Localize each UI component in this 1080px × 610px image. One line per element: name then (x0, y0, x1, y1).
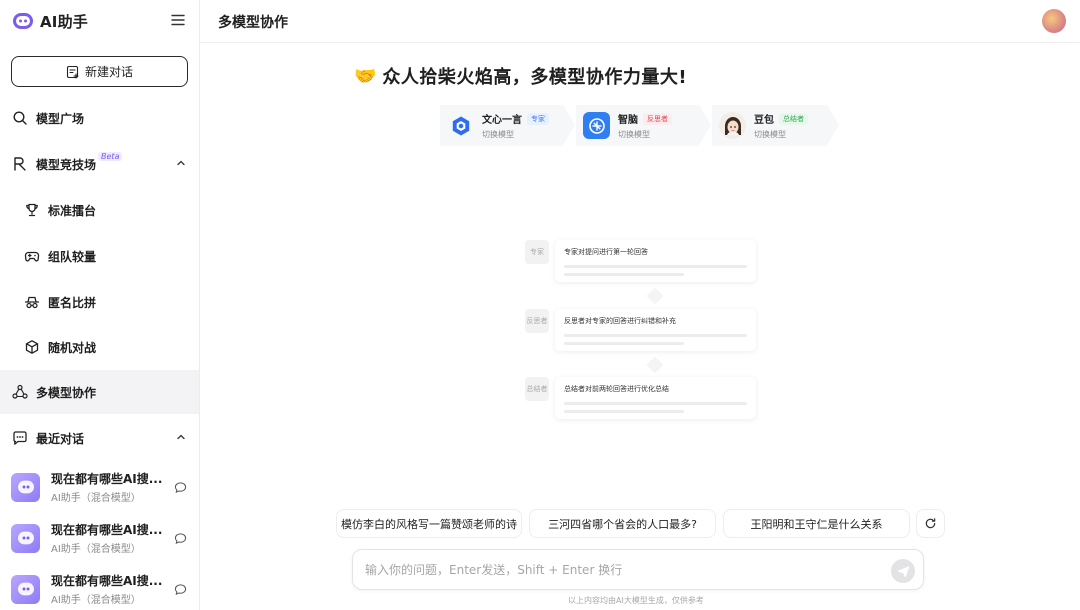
flow-role-tag: 反思者 (525, 309, 549, 333)
trophy-icon (24, 202, 40, 218)
refresh-suggestions-button[interactable] (916, 509, 945, 538)
nav-standard-arena[interactable]: 标准擂台 (0, 188, 199, 232)
role-badge-summarizer: 总结者 (779, 112, 808, 125)
wenxin-logo-icon (447, 112, 474, 139)
model-name: 豆包 (754, 115, 774, 126)
menu-icon[interactable] (170, 12, 186, 28)
nav-model-arena[interactable]: 模型竞技场 Beta (0, 142, 199, 186)
suggestion-chip[interactable]: 王阳明和王守仁是什么关系 (723, 509, 910, 538)
role-badge-reflector: 反思者 (643, 112, 672, 125)
flow-role-tag: 专家 (525, 240, 549, 264)
robot-icon (17, 480, 34, 494)
suggestion-chip[interactable]: 模仿李白的风格写一篇赞颂老师的诗 (336, 509, 522, 538)
flow-role-tag: 总结者 (525, 377, 549, 401)
assistant-avatar (11, 523, 40, 553)
gamepad-icon (24, 248, 40, 264)
hero-text: 众人拾柴火焰高，多模型协作力量大! (382, 67, 688, 88)
comment-icon[interactable] (174, 532, 187, 545)
search-icon (12, 110, 28, 126)
model-card-zhinao[interactable]: 智脑 反思者 切换模型 (576, 105, 711, 146)
top-bar: 多模型协作 (200, 0, 1080, 43)
beta-badge: Beta (98, 151, 123, 161)
recent-chat-title: 现在都有哪些AI搜... (51, 472, 163, 486)
model-card-doubao[interactable]: 豆包 总结者 切换模型 (712, 105, 839, 146)
incognito-icon (24, 294, 40, 310)
recent-chat-title: 现在都有哪些AI搜... (51, 574, 163, 588)
chevron-up-icon[interactable] (175, 157, 187, 169)
flow-step-text: 专家对提问进行第一轮回答 (564, 248, 648, 256)
handshake-icon: 🤝 (354, 65, 377, 87)
comment-icon[interactable] (174, 583, 187, 596)
flow-step-card: 总结者对前两轮回答进行优化总结 (555, 377, 756, 419)
recent-chat-item[interactable]: 现在都有哪些AI搜... AI助手（混合模型） (0, 513, 199, 563)
nav-label: 模型竞技场 (36, 157, 97, 172)
chevron-up-icon[interactable] (175, 431, 187, 443)
nav-label: 随机对战 (48, 340, 97, 355)
doubao-avatar-icon (719, 112, 746, 139)
nav-random-battle[interactable]: 随机对战 (0, 325, 199, 369)
recent-chat-subtitle: AI助手（混合模型） (51, 544, 141, 555)
recent-chat-item[interactable]: 现在都有哪些AI搜... AI助手（混合模型） (0, 462, 199, 512)
nav-recent-chats[interactable]: 最近对话 (0, 416, 199, 460)
flow-step-text: 总结者对前两轮回答进行优化总结 (564, 385, 669, 393)
robot-logo-icon (13, 13, 33, 29)
robot-icon (17, 531, 34, 545)
arena-icon (12, 156, 28, 172)
new-chat-icon (66, 65, 79, 79)
recent-chat-subtitle: AI助手（混合模型） (51, 493, 141, 504)
chat-input[interactable] (365, 560, 875, 580)
app-name: AI助手 (40, 12, 88, 31)
flow-connector (646, 356, 664, 374)
nav-label: 多模型协作 (36, 385, 97, 400)
nav-label: 组队较量 (48, 249, 97, 264)
ai-disclaimer: 以上内容均由AI大模型生成，仅供参考 (568, 596, 704, 605)
model-name: 文心一言 (482, 115, 522, 126)
hero-heading: 🤝 众人拾柴火焰高，多模型协作力量大! (354, 63, 687, 89)
nav-label: 匿名比拼 (48, 295, 97, 310)
new-chat-label: 新建对话 (84, 65, 133, 79)
assistant-avatar (11, 472, 40, 502)
suggestion-chip[interactable]: 三河四省哪个省会的人口最多? (529, 509, 716, 538)
nav-multi-model-collab[interactable]: 多模型协作 (0, 370, 199, 414)
flow-connector (646, 287, 664, 305)
role-badge-expert: 专家 (527, 112, 549, 125)
comment-icon[interactable] (174, 481, 187, 494)
model-card-wenxin[interactable]: 文心一言 专家 切换模型 (440, 105, 575, 146)
refresh-icon (925, 518, 936, 529)
chat-input-box (352, 549, 924, 590)
switch-model-link[interactable]: 切换模型 (618, 129, 672, 140)
flow-step-text: 反思者对专家的回答进行纠错和补充 (564, 317, 676, 325)
sidebar: AI助手 新建对话 模型广场 模型竞技场 Beta 标准擂台 组队较量 匿名比拼… (0, 0, 200, 610)
cube-icon (24, 339, 40, 355)
switch-model-link[interactable]: 切换模型 (482, 129, 549, 140)
zhinao-logo-icon (583, 112, 610, 139)
user-avatar[interactable] (1042, 9, 1066, 33)
brand[interactable]: AI助手 (12, 10, 88, 32)
new-chat-button[interactable]: 新建对话 (11, 56, 188, 87)
send-button[interactable] (891, 559, 915, 583)
chat-icon (12, 430, 28, 446)
recent-chat-subtitle: AI助手（混合模型） (51, 595, 141, 606)
nav-anonymous-battle[interactable]: 匿名比拼 (0, 280, 199, 324)
nav-label: 模型广场 (36, 111, 85, 126)
model-name: 智脑 (618, 115, 638, 126)
nav-team-battle[interactable]: 组队较量 (0, 234, 199, 278)
flow-step-card: 专家对提问进行第一轮回答 (555, 240, 756, 282)
nav-label: 最近对话 (36, 431, 85, 446)
nav-model-plaza[interactable]: 模型广场 (0, 96, 199, 140)
collab-icon (12, 384, 28, 400)
recent-chat-item[interactable]: 现在都有哪些AI搜... AI助手（混合模型） (0, 564, 199, 610)
nav-label: 标准擂台 (48, 203, 97, 218)
recent-chat-title: 现在都有哪些AI搜... (51, 523, 163, 537)
switch-model-link[interactable]: 切换模型 (754, 129, 808, 140)
flow-step-card: 反思者对专家的回答进行纠错和补充 (555, 309, 756, 351)
robot-icon (17, 582, 34, 596)
page-title: 多模型协作 (218, 15, 288, 31)
send-icon (897, 565, 909, 577)
assistant-avatar (11, 574, 40, 604)
